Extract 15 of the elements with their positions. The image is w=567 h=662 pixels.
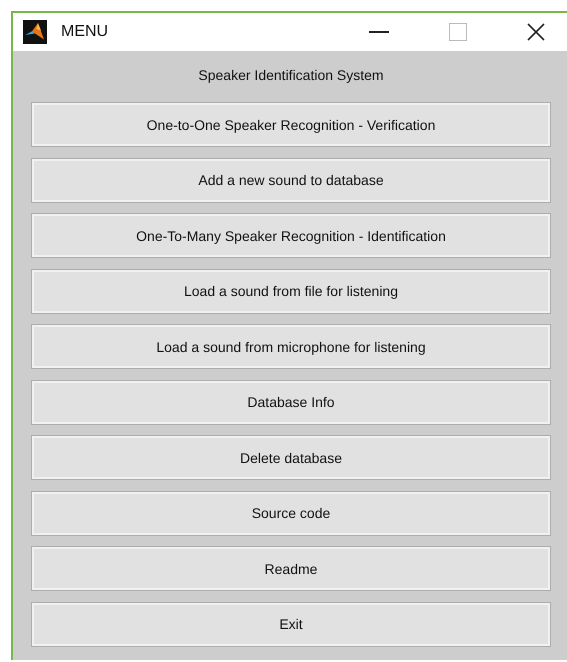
menu-button[interactable]: One-To-Many Speaker Recognition - Identification — [31, 213, 551, 258]
menu-button[interactable]: One-to-One Speaker Recognition - Verification — [31, 102, 551, 147]
menu-button[interactable]: Exit — [31, 602, 551, 646]
menu-button[interactable]: Database Info — [31, 380, 551, 424]
minimize-icon[interactable] — [369, 31, 389, 33]
maximize-icon[interactable] — [449, 23, 467, 41]
menu-button[interactable]: Source code — [31, 490, 551, 536]
menu-button[interactable]: Readme — [31, 546, 551, 591]
menu-button[interactable]: Load a sound from file for listening — [31, 268, 551, 314]
menu-button[interactable]: Add a new sound to database — [31, 158, 551, 202]
heading: Speaker Identification System — [197, 66, 385, 85]
menu-button[interactable]: Load a sound from microphone for listening — [31, 324, 551, 369]
menu-button[interactable]: Delete database — [31, 435, 551, 480]
window-title: MENU — [61, 23, 108, 41]
close-icon[interactable] — [527, 23, 545, 41]
